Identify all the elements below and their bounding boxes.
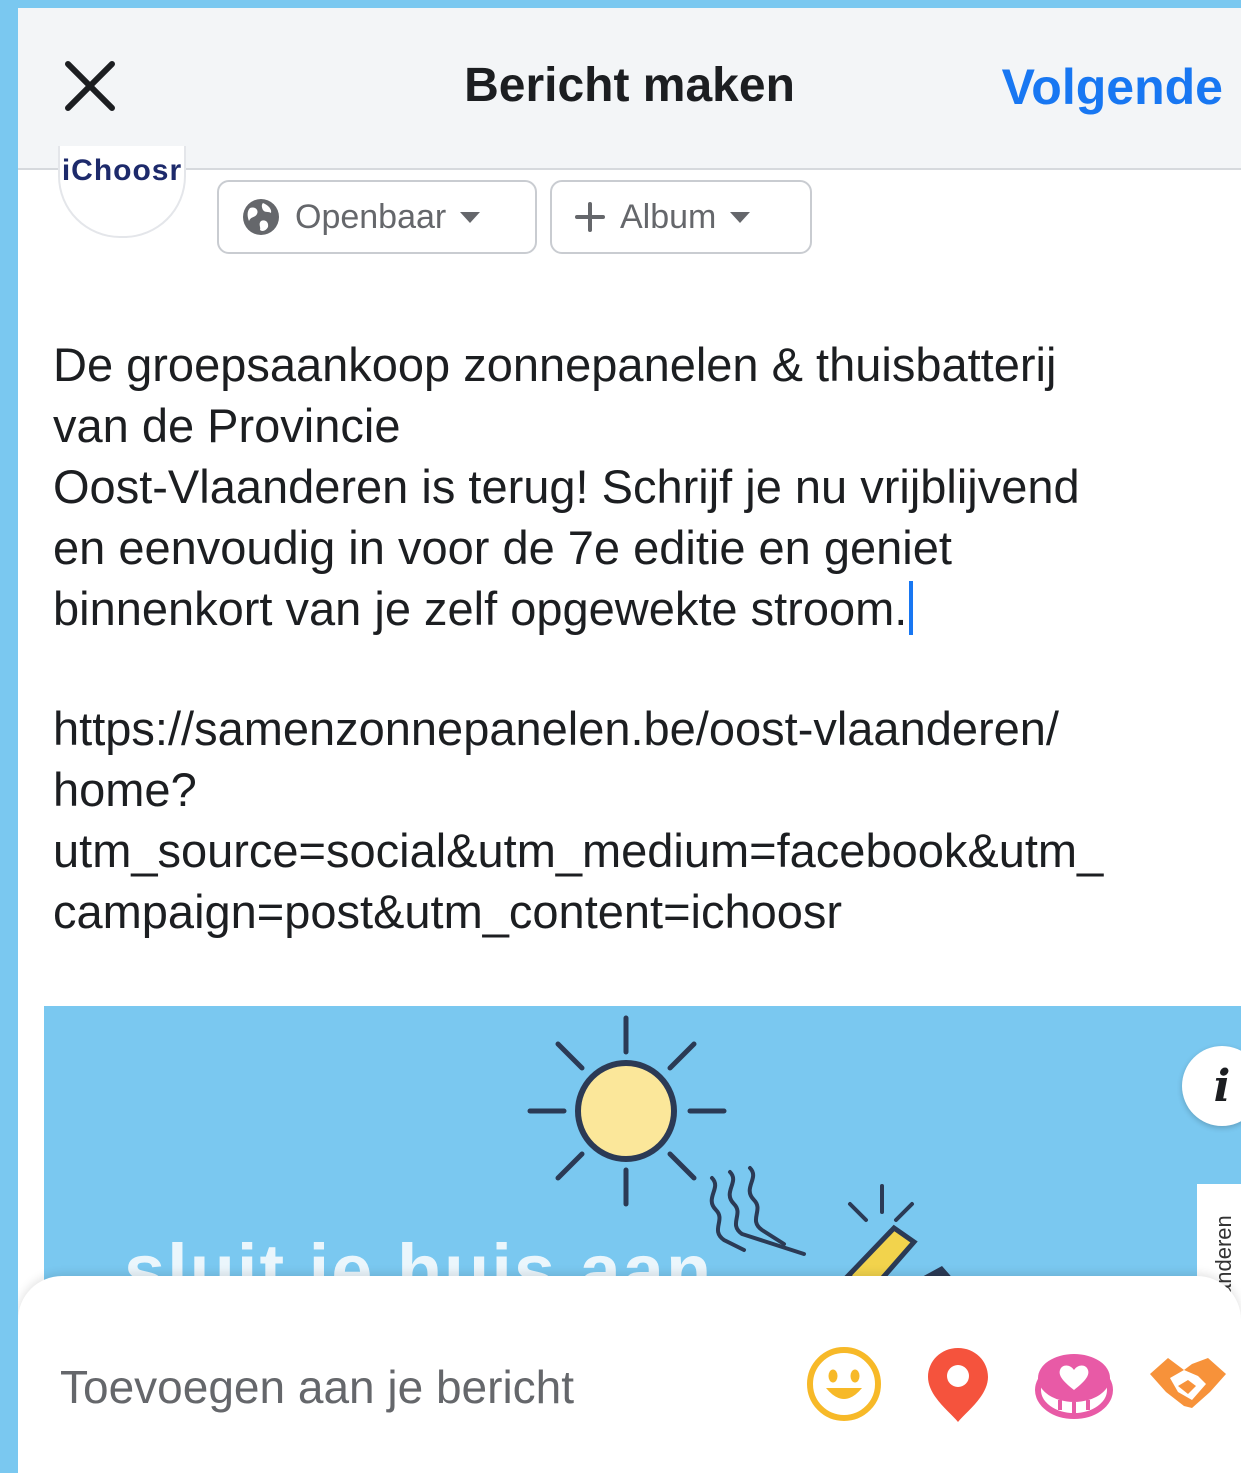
audience-label: Openbaar (295, 197, 447, 236)
text-cursor (909, 581, 914, 635)
plus-icon (575, 202, 605, 232)
caret-down-icon (730, 211, 751, 223)
avatar: iChoosr (58, 146, 186, 238)
album-label: Album (620, 197, 717, 236)
post-link-text: https://samenzonnepanelen.be/oost-vlaand… (53, 702, 1104, 938)
add-to-post-sheet[interactable]: Toevoegen aan je bericht (18, 1276, 1241, 1473)
add-to-post-label: Toevoegen aan je bericht (60, 1361, 575, 1413)
link-preview-image[interactable]: sluit je huis aan i anderen (44, 1006, 1241, 1306)
emoji-icon[interactable] (804, 1344, 884, 1424)
handshake-icon[interactable] (1148, 1344, 1228, 1424)
album-button[interactable]: Album (550, 180, 812, 254)
audience-selector-button[interactable]: Openbaar (217, 180, 537, 254)
globe-icon (243, 199, 279, 235)
avatar-logo-text: iChoosr (61, 154, 183, 187)
composer-header: Bericht maken Volgende (18, 8, 1241, 170)
post-text-input[interactable]: De groepsaankoop zonnepanelen & thuisbat… (53, 334, 1238, 639)
post-composer: Bericht maken Volgende iChoosr Openbaar … (18, 8, 1241, 1473)
location-pin-icon[interactable] (918, 1344, 998, 1424)
caret-down-icon (460, 211, 481, 223)
post-text: De groepsaankoop zonnepanelen & thuisbat… (53, 338, 1080, 635)
support-heart-icon[interactable] (1034, 1344, 1114, 1424)
next-button[interactable]: Volgende (1002, 58, 1223, 116)
